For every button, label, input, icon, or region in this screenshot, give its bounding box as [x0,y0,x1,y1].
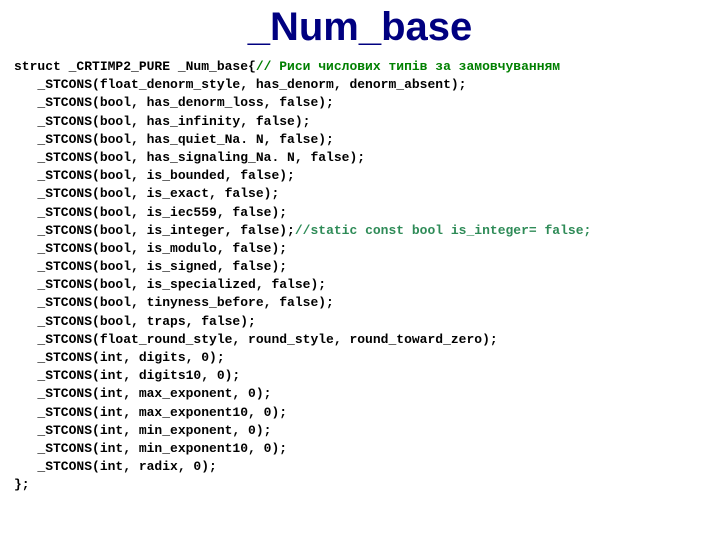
code-block: struct _CRTIMP2_PURE _Num_base{// Риси ч… [14,58,706,495]
comment-header: // Риси числових типів за замовчуванням [256,59,560,74]
code-line: _STCONS(bool, is_iec559, false); [14,205,287,220]
slide-title: _Num_base [14,6,706,48]
code-line: _STCONS(int, digits10, 0); [14,368,240,383]
code-line: _STCONS(bool, has_quiet_Na. N, false); [14,132,334,147]
code-line: _STCONS(bool, is_integer, false); [14,223,295,238]
slide: _Num_base struct _CRTIMP2_PURE _Num_base… [0,0,720,540]
comment-is-integer: //static const bool is_integer= false; [295,223,591,238]
struct-close: }; [14,477,30,492]
code-line: _STCONS(bool, is_exact, false); [14,186,279,201]
code-line: _STCONS(bool, has_denorm_loss, false); [14,95,334,110]
code-line: _STCONS(int, max_exponent, 0); [14,386,271,401]
code-line: _STCONS(int, digits, 0); [14,350,225,365]
code-line: _STCONS(float_denorm_style, has_denorm, … [14,77,466,92]
code-line: _STCONS(bool, tinyness_before, false); [14,295,334,310]
code-line: _STCONS(bool, has_signaling_Na. N, false… [14,150,365,165]
struct-open: struct _CRTIMP2_PURE _Num_base{ [14,59,256,74]
code-line: _STCONS(int, min_exponent10, 0); [14,441,287,456]
code-line: _STCONS(int, min_exponent, 0); [14,423,271,438]
code-line: _STCONS(bool, traps, false); [14,314,256,329]
code-line: _STCONS(int, radix, 0); [14,459,217,474]
code-line: _STCONS(bool, is_modulo, false); [14,241,287,256]
code-line: _STCONS(bool, has_infinity, false); [14,114,310,129]
code-line: _STCONS(float_round_style, round_style, … [14,332,498,347]
code-line: _STCONS(bool, is_bounded, false); [14,168,295,183]
code-line: _STCONS(bool, is_specialized, false); [14,277,326,292]
code-line: _STCONS(bool, is_signed, false); [14,259,287,274]
code-line: _STCONS(int, max_exponent10, 0); [14,405,287,420]
